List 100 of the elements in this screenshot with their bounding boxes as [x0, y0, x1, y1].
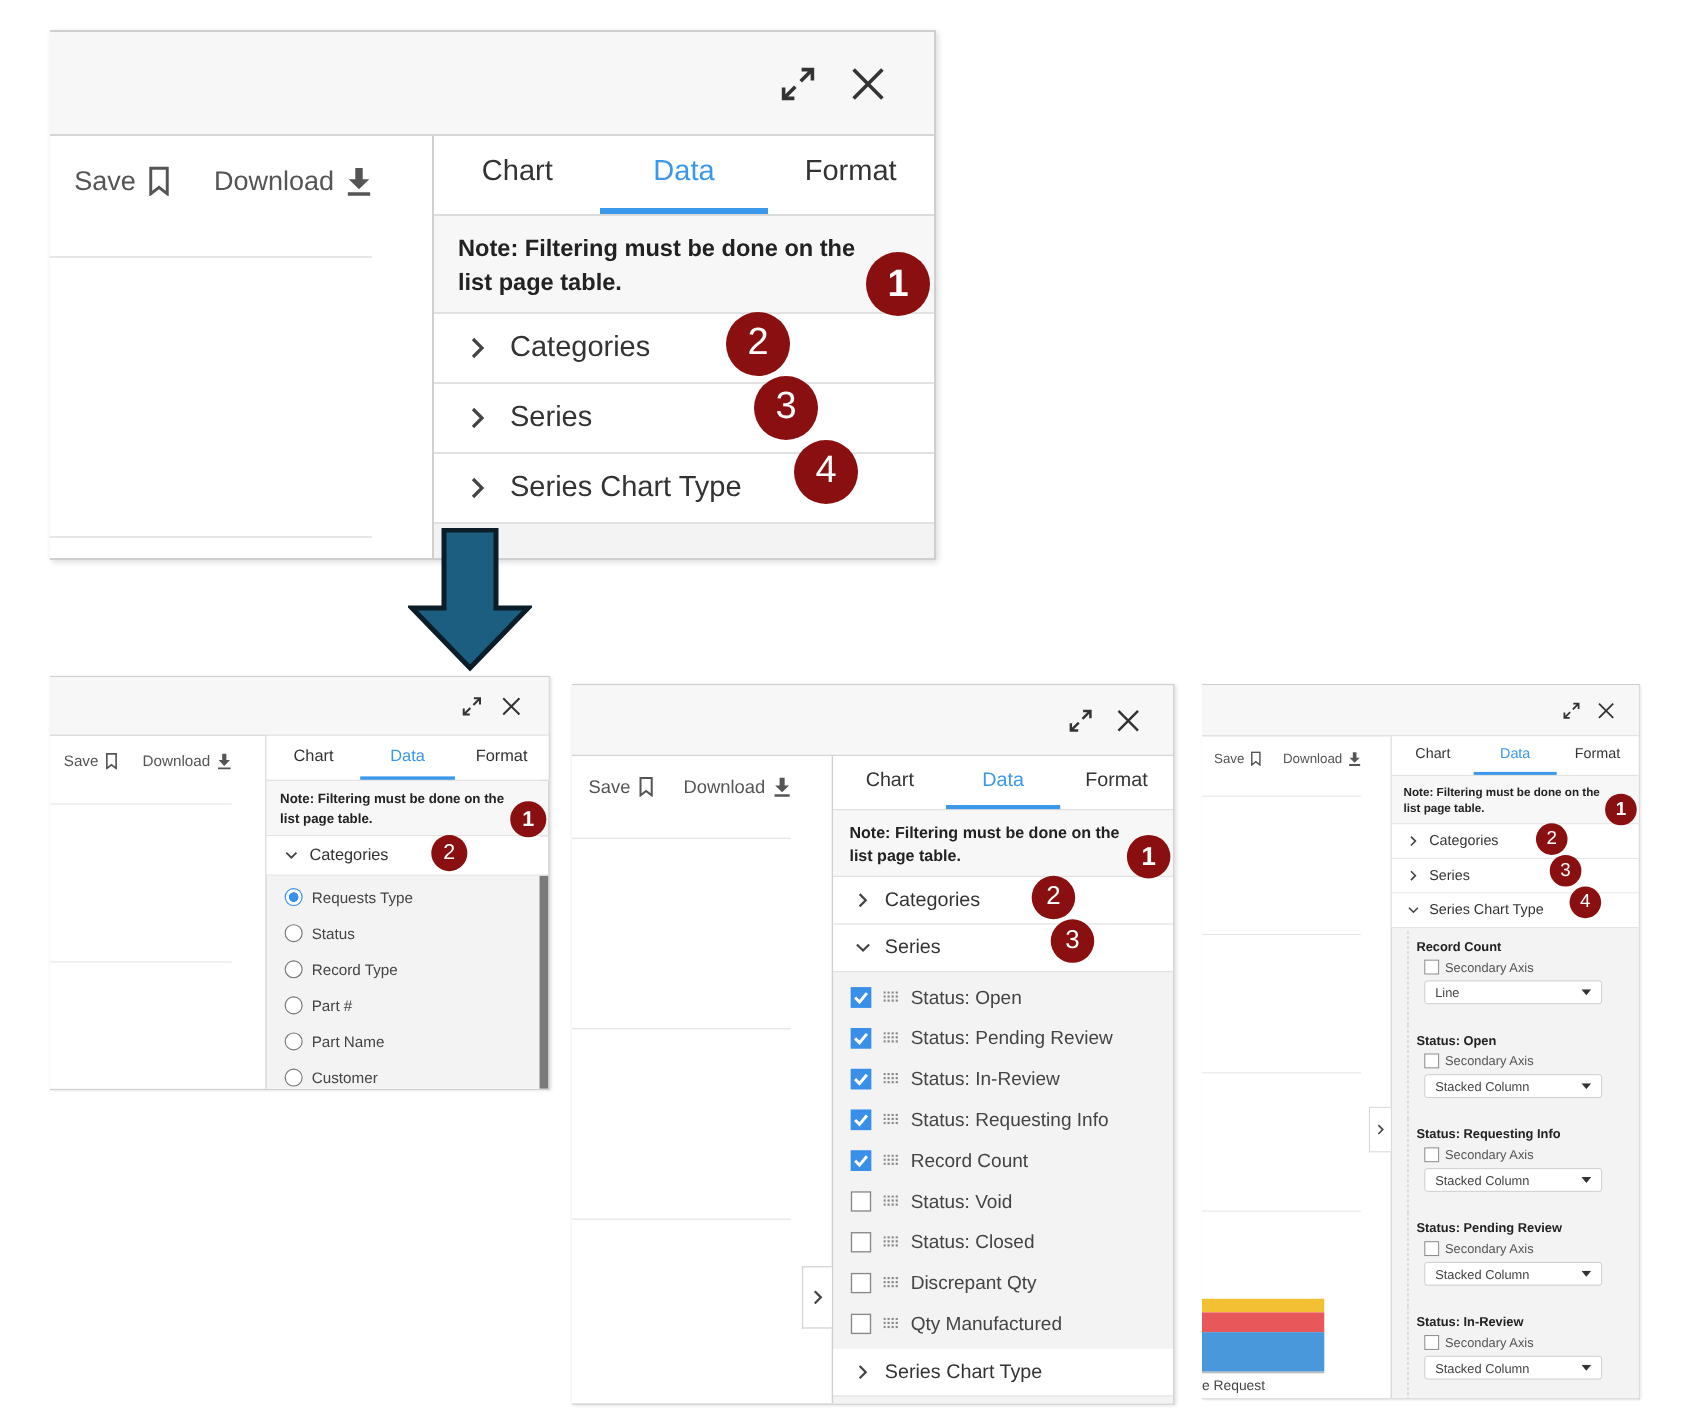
collapse-button[interactable]: [1368, 1106, 1391, 1153]
checkbox[interactable]: [850, 1149, 872, 1171]
step-badge: 1: [866, 252, 930, 316]
step-badge: 4: [1569, 886, 1602, 919]
step-badge: 2: [726, 312, 790, 376]
tab[interactable]: Chart: [434, 136, 601, 214]
series-label: Record Count: [910, 1149, 1029, 1171]
checkbox[interactable]: [1424, 1241, 1440, 1257]
step-badge: 2: [431, 835, 468, 872]
step-badge: 2: [1535, 823, 1568, 855]
radio-button[interactable]: [284, 924, 303, 943]
caret-icon: [1581, 1177, 1592, 1183]
checkbox[interactable]: [1424, 1053, 1440, 1069]
download-icon: [1348, 750, 1362, 766]
drag-handle-icon[interactable]: [883, 1276, 899, 1288]
step-badge: 3: [1050, 919, 1095, 963]
radio-button[interactable]: [284, 1068, 303, 1087]
drag-handle-icon[interactable]: [883, 1236, 899, 1248]
radio-button[interactable]: [284, 1032, 303, 1051]
close-icon[interactable]: [501, 695, 522, 717]
checkbox[interactable]: [1424, 959, 1440, 975]
radio-button[interactable]: [284, 960, 303, 979]
step-badge: 2: [1031, 875, 1076, 920]
chevron-right-icon: [854, 892, 872, 909]
download-icon: [346, 165, 372, 195]
tab[interactable]: Format: [454, 735, 549, 780]
expand-icon[interactable]: [461, 695, 482, 717]
series-label: Status: Requesting Info: [910, 1108, 1109, 1131]
chevron-right-icon: [812, 1289, 823, 1306]
down-arrow: [408, 528, 532, 672]
step-badge: 1: [1605, 793, 1637, 826]
chevron-right-icon: [1407, 869, 1420, 882]
drag-handle-icon[interactable]: [883, 1113, 899, 1125]
note-text: Note: Filtering must be done on the list page table.: [849, 821, 1122, 868]
chevron-down-icon: [284, 848, 299, 863]
chevron-right-icon: [1376, 1123, 1385, 1136]
expand-icon[interactable]: [780, 65, 816, 101]
download-button[interactable]: Download: [683, 772, 791, 800]
chevron-down-icon: [1407, 904, 1420, 917]
bookmark-icon: [638, 775, 654, 797]
collapse-button[interactable]: [801, 1266, 832, 1329]
checkbox[interactable]: [850, 1231, 872, 1252]
chevron-right-icon: [1407, 835, 1420, 847]
bookmark-icon: [1250, 750, 1262, 766]
expand-icon[interactable]: [1068, 707, 1093, 733]
series-label: Status: Pending Review: [910, 1026, 1113, 1049]
step-badge: 1: [1126, 834, 1171, 879]
close-icon[interactable]: [850, 65, 886, 101]
close-icon[interactable]: [1116, 707, 1141, 733]
checkbox[interactable]: [850, 986, 872, 1007]
download-icon: [773, 775, 791, 797]
chevron-right-icon: [854, 1364, 872, 1381]
series-label: Discrepant Qty: [910, 1271, 1037, 1294]
tab[interactable]: Format: [1059, 756, 1174, 810]
series-label: Qty Manufactured: [910, 1312, 1062, 1335]
checkbox[interactable]: [1424, 1147, 1440, 1163]
drag-handle-icon[interactable]: [883, 1032, 899, 1044]
step-badge: 3: [754, 376, 818, 440]
drag-handle-icon[interactable]: [883, 991, 899, 1003]
tab[interactable]: Chart: [833, 756, 947, 810]
tab[interactable]: Format: [767, 136, 934, 214]
save-button[interactable]: Save: [588, 772, 654, 800]
drag-handle-icon[interactable]: [883, 1317, 899, 1329]
chevron-right-icon: [466, 406, 490, 430]
close-icon[interactable]: [1597, 701, 1615, 720]
download-icon: [216, 752, 232, 770]
series-label: Status: Open: [910, 985, 1022, 1008]
series-label: Status: In-Review: [910, 1067, 1060, 1090]
chevron-down-icon: [854, 939, 872, 956]
chevron-right-icon: [466, 336, 490, 360]
drag-handle-icon[interactable]: [883, 1072, 899, 1084]
chevron-right-icon: [466, 476, 490, 500]
section-header[interactable]: Series Chart Type: [833, 1349, 1174, 1396]
bookmark-icon: [147, 165, 170, 195]
series-label: Status: Void: [910, 1189, 1013, 1212]
radio-button[interactable]: [284, 888, 303, 907]
step-badge: 3: [1549, 854, 1582, 887]
save-button[interactable]: Save: [74, 160, 170, 200]
step-badge: 4: [794, 440, 858, 504]
radio-button[interactable]: [284, 996, 303, 1015]
note-text: Note: Filtering must be done on the list page table.: [458, 232, 858, 300]
checkbox[interactable]: [850, 1190, 872, 1211]
caret-icon: [1581, 1364, 1592, 1371]
checkbox[interactable]: [850, 1109, 872, 1130]
checkbox[interactable]: [850, 1068, 872, 1089]
stacked-bar-drawing: [1202, 1298, 1325, 1374]
checkbox[interactable]: [1424, 1335, 1440, 1350]
caret-icon: [1581, 989, 1592, 996]
series-label: Status: Closed: [910, 1230, 1035, 1253]
checkbox[interactable]: [850, 1027, 872, 1048]
caret-icon: [1581, 1083, 1592, 1090]
expand-icon[interactable]: [1562, 701, 1581, 720]
drag-handle-icon[interactable]: [883, 1154, 899, 1166]
checkbox[interactable]: [850, 1313, 872, 1334]
checkbox[interactable]: [850, 1272, 872, 1293]
tab[interactable]: Chart: [266, 735, 361, 780]
bookmark-icon: [105, 752, 118, 770]
step-badge: 1: [510, 801, 547, 838]
download-button[interactable]: Download: [213, 160, 372, 200]
drag-handle-icon[interactable]: [883, 1195, 899, 1207]
